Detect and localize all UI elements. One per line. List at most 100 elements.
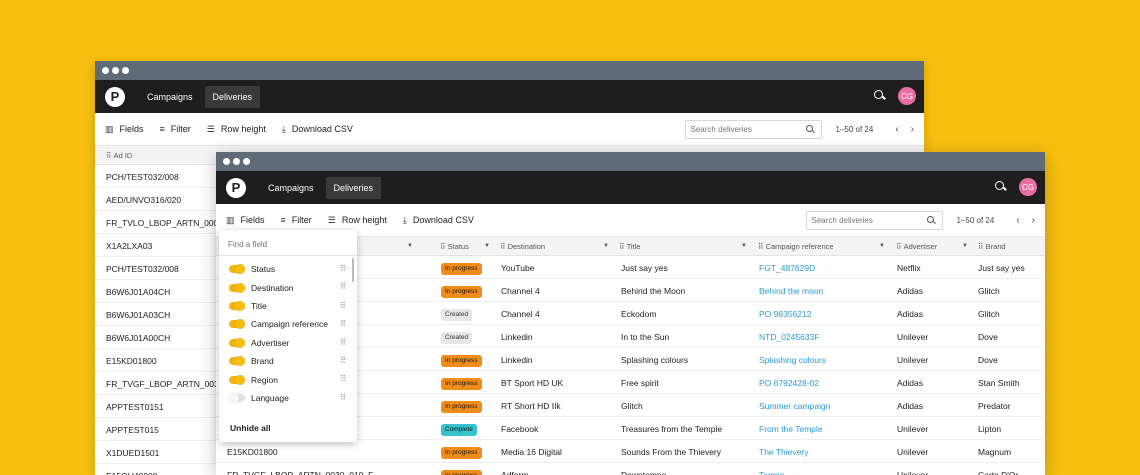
campaign-reference-link[interactable]: Tempo	[759, 470, 785, 475]
field-toggle[interactable]	[229, 319, 245, 330]
window-titlebar	[95, 61, 924, 80]
campaign-reference-link[interactable]: From the Temple	[759, 424, 823, 434]
drag-handle-icon[interactable]: ⠿	[340, 356, 346, 365]
header-campaign-reference[interactable]: ⠿ Campaign reference	[758, 242, 834, 251]
campaign-reference-link[interactable]: Splashing colours	[759, 355, 826, 365]
campaign-reference-link[interactable]: Summer campaign	[759, 401, 830, 411]
field-toggle[interactable]	[229, 356, 245, 367]
table-row[interactable]: FR_TVGF_LBOP_ARTN_0030_010_F In progress A…	[216, 463, 1045, 475]
fields-button[interactable]: ▥ Fields	[105, 124, 144, 135]
cell-ad-id: B6W6J01A04CH	[106, 287, 171, 297]
chevron-right-icon[interactable]: ›	[911, 124, 914, 135]
cell-advertiser: Unilever	[897, 470, 929, 475]
chevron-right-icon[interactable]: ›	[1032, 215, 1035, 226]
field-toggle[interactable]	[229, 374, 245, 385]
cell-status: In progress	[441, 400, 482, 413]
chevron-left-icon[interactable]: ‹	[895, 124, 898, 135]
status-badge: Created	[441, 309, 473, 321]
search-icon[interactable]	[995, 181, 1007, 193]
field-item[interactable]: Advertiser ⠿	[219, 334, 357, 352]
header-title[interactable]: ⠿ Title	[619, 242, 640, 251]
filter-icon: ≡	[159, 124, 165, 134]
cell-title: Downtempo	[621, 470, 667, 475]
cell-brand: Glitch	[978, 309, 1000, 319]
status-badge: In progress	[441, 447, 482, 459]
search-input[interactable]	[811, 216, 922, 225]
field-toggle[interactable]	[229, 282, 245, 293]
header-ad-id[interactable]: ⠿ Ad ID	[106, 151, 132, 160]
chevron-down-icon[interactable]: ▼	[484, 243, 490, 249]
field-item[interactable]: Campaign reference ⠿	[219, 315, 357, 333]
columns-icon: ▥	[226, 214, 235, 225]
find-field-box[interactable]	[219, 230, 357, 256]
field-item[interactable]: Region ⠿	[219, 370, 357, 388]
search-input[interactable]	[690, 125, 801, 134]
field-item[interactable]: Destination ⠿	[219, 278, 357, 296]
table-row[interactable]: E15KD01800 In progress Media 16 Digital Sou…	[216, 440, 1045, 463]
field-item[interactable]: Brand ⠿	[219, 352, 357, 370]
campaign-reference-link[interactable]: PO 6792428-02	[759, 378, 819, 388]
window-dot	[112, 67, 119, 74]
download-csv-button[interactable]: ⤓ Download CSV	[282, 124, 353, 135]
cell-ad-id: X1A2LXA03	[106, 241, 153, 251]
field-item[interactable]: Title ⠿	[219, 297, 357, 315]
logo[interactable]: P	[226, 177, 246, 198]
drag-handle-icon[interactable]: ⠿	[340, 264, 346, 273]
drag-handle-icon[interactable]: ⠿	[340, 338, 346, 347]
filter-button[interactable]: ≡ Filter	[160, 124, 191, 134]
fields-button[interactable]: ▥ Fields	[226, 215, 265, 226]
chevron-down-icon[interactable]: ▼	[407, 243, 413, 249]
field-toggle[interactable]	[229, 392, 245, 403]
field-toggle[interactable]	[229, 300, 245, 311]
header-advertiser[interactable]: ⠿ Advertiser	[896, 242, 937, 251]
nav-campaigns[interactable]: Campaigns	[260, 177, 322, 199]
campaign-reference-link[interactable]: PO 98356212	[759, 309, 811, 319]
search-input-box[interactable]	[805, 211, 943, 230]
field-item[interactable]: Status ⠿	[219, 260, 357, 278]
nav-campaigns[interactable]: Campaigns	[139, 86, 201, 108]
drag-handle-icon[interactable]: ⠿	[340, 301, 346, 310]
window-dot	[243, 158, 250, 165]
chevron-down-icon[interactable]: ▼	[741, 243, 747, 249]
cell-status: In progress	[441, 262, 482, 275]
search-icon[interactable]	[874, 90, 886, 102]
logo[interactable]: P	[105, 86, 125, 107]
avatar[interactable]: CG	[1019, 178, 1037, 196]
unhide-all-button[interactable]: Unhide all	[230, 423, 271, 433]
chevron-down-icon[interactable]: ▼	[879, 243, 885, 249]
avatar[interactable]: CG	[898, 87, 916, 105]
field-list: Status ⠿ Destination ⠿ Title ⠿ Campaign refere…	[219, 256, 357, 407]
cell-ad-id: AED/UNVO316/020	[106, 195, 182, 205]
campaign-reference-link[interactable]: FGT_487629D	[759, 263, 815, 273]
field-toggle[interactable]	[229, 264, 245, 275]
chevron-down-icon[interactable]: ▼	[962, 243, 968, 249]
nav-deliveries[interactable]: Deliveries	[204, 85, 261, 108]
cell-advertiser: Adidas	[897, 378, 923, 388]
chevron-down-icon[interactable]: ▼	[603, 243, 609, 249]
cell-destination: BT Sport HD UK	[501, 378, 564, 388]
drag-handle-icon[interactable]: ⠿	[340, 393, 346, 402]
columns-icon: ▥	[105, 123, 114, 134]
header-brand[interactable]: ⠿ Brand	[978, 242, 1006, 251]
header-destination[interactable]: ⠿ Destination	[500, 242, 545, 251]
download-csv-button[interactable]: ⤓ Download CSV	[403, 215, 474, 226]
drag-handle-icon[interactable]: ⠿	[340, 282, 346, 291]
nav-deliveries[interactable]: Deliveries	[325, 176, 382, 199]
row-height-button[interactable]: ☰ Row height	[207, 124, 266, 135]
header-status[interactable]: ⠿ Status	[440, 242, 469, 251]
campaign-reference-link[interactable]: The Thievery	[759, 447, 808, 457]
filter-button[interactable]: ≡ Filter	[281, 215, 312, 225]
field-toggle[interactable]	[229, 337, 245, 348]
drag-handle-icon[interactable]: ⠿	[340, 374, 346, 383]
row-height-button[interactable]: ☰ Row height	[328, 215, 387, 226]
search-input-box[interactable]	[684, 120, 822, 139]
drag-handle-icon[interactable]: ⠿	[340, 319, 346, 328]
chevron-left-icon[interactable]: ‹	[1016, 215, 1019, 226]
campaign-reference-link[interactable]: NTD_0245633F	[759, 332, 819, 342]
campaign-reference-link[interactable]: Behind the moon	[759, 286, 823, 296]
cell-destination: Adform	[501, 470, 529, 475]
cell-status: In progress	[441, 469, 482, 475]
cell-advertiser: Unilever	[897, 355, 929, 365]
find-field-input[interactable]	[228, 240, 338, 249]
field-item[interactable]: Language ⠿	[219, 389, 357, 407]
